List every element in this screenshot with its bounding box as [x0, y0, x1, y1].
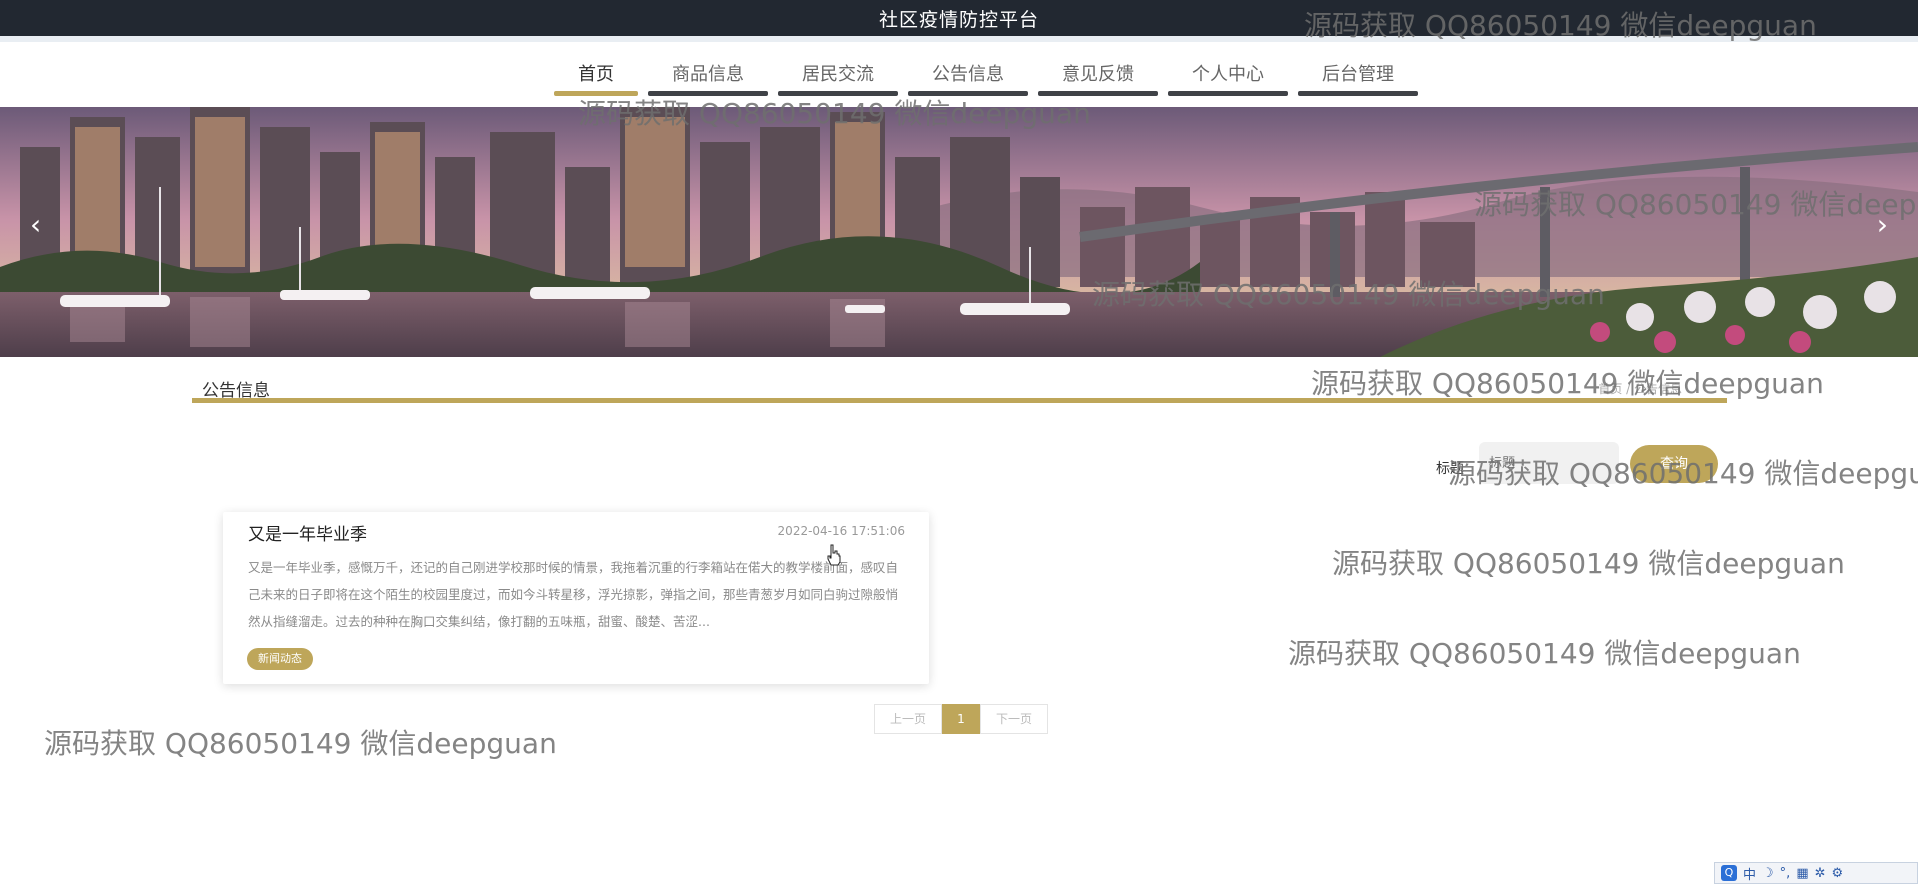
nav-item-products[interactable]: 商品信息 [648, 42, 768, 96]
news-card[interactable]: 又是一年毕业季 2022-04-16 17:51:06 又是一年毕业季，感慨万千… [223, 512, 929, 684]
breadcrumb: 首页 / 公告信息 [1598, 382, 1682, 396]
news-time: 2022-04-16 17:51:06 [777, 524, 905, 538]
main-nav: 首页 商品信息 居民交流 公告信息 意见反馈 个人中心 后台管理 [0, 42, 1918, 106]
search-button[interactable]: 查询 [1630, 445, 1718, 483]
watermark: 源码获取 QQ86050149 微信deepguan [1311, 367, 1824, 400]
punctuation-icon[interactable]: °, [1780, 866, 1791, 881]
hand-cursor-icon [827, 544, 841, 566]
banner-carousel[interactable]: ‹ › [0, 107, 1918, 357]
banner-next-icon[interactable]: › [1877, 211, 1888, 239]
ime-logo-icon[interactable]: Q [1721, 865, 1737, 881]
prev-page-button[interactable]: 上一页 [874, 704, 942, 734]
settings-icon[interactable]: ⚙ [1832, 866, 1844, 881]
watermark: 源码获取 QQ86050149 微信deepguan [1332, 547, 1845, 580]
pagination: 上一页 1 下一页 [874, 704, 1048, 734]
news-tag: 新闻动态 [247, 648, 313, 670]
search-input[interactable] [1479, 442, 1619, 484]
nav-item-home[interactable]: 首页 [554, 42, 638, 96]
ime-toolbar[interactable]: Q 中 ☽ °, ▦ ✲ ⚙ [1714, 862, 1918, 884]
nav-item-profile[interactable]: 个人中心 [1168, 42, 1288, 96]
nav-item-feedback[interactable]: 意见反馈 [1038, 42, 1158, 96]
banner-prev-icon[interactable]: ‹ [30, 211, 41, 239]
keyboard-icon[interactable]: ▦ [1796, 866, 1808, 881]
next-page-button[interactable]: 下一页 [980, 704, 1048, 734]
ime-mode-toggle[interactable]: 中 [1743, 864, 1756, 883]
moon-icon[interactable]: ☽ [1762, 866, 1774, 881]
top-bar: 社区疫情防控平台 [0, 0, 1918, 36]
news-summary: 又是一年毕业季，感慨万千，还记的自己刚进学校那时候的情景，我拖着沉重的行李箱站在… [248, 560, 899, 629]
search-label: 标题 [1436, 461, 1464, 477]
nav-item-forum[interactable]: 居民交流 [778, 42, 898, 96]
page-number-button[interactable]: 1 [942, 704, 980, 734]
banner-image [0, 107, 1918, 357]
watermark: 源码获取 QQ86050149 微信deepguan [1288, 637, 1801, 670]
news-title[interactable]: 又是一年毕业季 [248, 520, 367, 545]
watermark: 源码获取 QQ86050149 微信deepguan [44, 727, 557, 760]
nav-item-admin[interactable]: 后台管理 [1298, 42, 1418, 96]
nav-item-notices[interactable]: 公告信息 [908, 42, 1028, 96]
section-divider [192, 398, 1727, 403]
tools-icon[interactable]: ✲ [1815, 866, 1826, 881]
site-title: 社区疫情防控平台 [878, 8, 1039, 31]
